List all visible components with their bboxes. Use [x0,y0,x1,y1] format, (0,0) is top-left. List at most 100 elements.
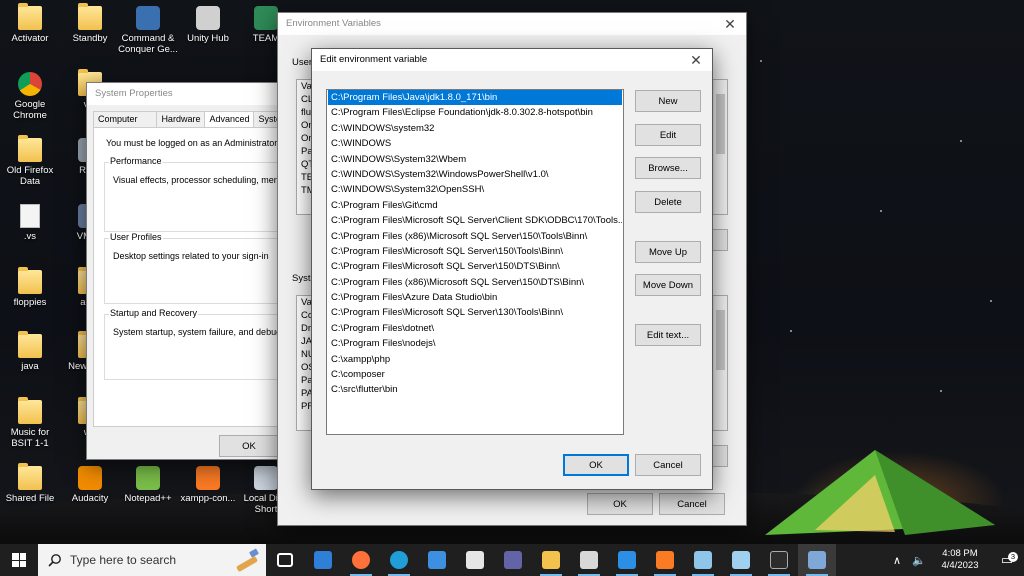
path-entry[interactable]: C:\Program Files (x86)\Microsoft SQL Ser… [328,229,622,244]
store-icon [428,551,446,569]
clock-time: 4:08 PM [942,548,978,559]
desktop-icon[interactable]: xampp-con... [178,466,238,504]
file-explorer-icon [542,551,560,569]
desktop-icon[interactable]: Command & Conquer Ge... [118,6,178,55]
folder-icon [18,267,42,294]
move-down-button[interactable]: Move Down [635,274,701,296]
folder-icon [18,397,42,424]
system-properties-ok-button[interactable]: OK [219,435,279,457]
taskbar-apps [266,544,836,576]
system-tray: ∧ 🔈 4:08 PM 4/4/2023 ▭ 3 [886,544,1024,576]
desktop-icon[interactable]: java [0,331,60,372]
taskbar-vscode-button[interactable] [608,544,646,576]
desktop-icon[interactable]: Old Firefox Data [0,135,60,187]
edit-text-button[interactable]: Edit text... [635,324,701,346]
taskbar-firefox-button[interactable] [342,544,380,576]
path-entry[interactable]: C:\Program Files\Eclipse Foundation\jdk-… [328,105,622,120]
search-placeholder: Type here to search [70,553,177,567]
system-properties-icon [808,551,826,569]
path-entry[interactable]: C:\Program Files\Microsoft SQL Server\15… [328,244,622,259]
desktop-icon-label: Unity Hub [187,33,229,44]
system-properties-titlebar[interactable]: System Properties [87,83,285,105]
path-entry[interactable]: C:\Program Files\nodejs\ [328,336,622,351]
close-icon[interactable]: ✕ [680,49,712,71]
path-entries-list[interactable]: C:\Program Files\Java\jdk1.8.0_171\bin C:… [326,89,624,435]
browse-button[interactable]: Browse... [635,157,701,179]
environment-variables-titlebar[interactable]: Environment Variables ✕ [278,13,746,35]
advanced-tab-panel: You must be logged on as an Administrato… [93,127,289,427]
new-button[interactable]: New [635,90,701,112]
system-list-scrollbar[interactable] [713,296,727,430]
edit-dialog-title: Edit environment variable [320,54,428,65]
path-entry[interactable]: C:\Program Files (x86)\Microsoft SQL Ser… [328,275,622,290]
path-entry[interactable]: C:\WINDOWS\System32\WindowsPowerShell\v1… [328,167,622,182]
ok-button[interactable]: OK [563,454,629,476]
path-entry[interactable]: C:\Program Files\Microsoft SQL Server\Cl… [328,213,622,228]
environment-ok-button[interactable]: OK [587,493,653,515]
taskbar-edge-button[interactable] [380,544,418,576]
desktop-icon[interactable]: Music for BSIT 1-1 [0,397,60,449]
taskbar-teams-button[interactable] [494,544,532,576]
tab-hardware[interactable]: Hardware [156,111,206,127]
cancel-button[interactable]: Cancel [635,454,701,476]
path-entry[interactable]: C:\Program Files\dotnet\ [328,321,622,336]
path-entry[interactable]: C:\Program Files\Git\cmd [328,198,622,213]
path-entry[interactable]: C:\Program Files\Azure Data Studio\bin [328,290,622,305]
taskbar-terminal-button[interactable] [760,544,798,576]
volume-icon[interactable]: 🔈 [908,554,930,567]
taskbar-xampp-button[interactable] [646,544,684,576]
path-entry[interactable]: C:\xampp\php [328,352,622,367]
taskbar-paint-button[interactable] [722,544,760,576]
desktop-icon[interactable]: Audacity [60,466,120,504]
desktop-icon[interactable]: .vs [0,204,60,242]
desktop-icon[interactable]: Activator [0,3,60,44]
chevron-up-icon[interactable]: ∧ [886,554,908,567]
path-entry[interactable]: C:\composer [328,367,622,382]
path-entry[interactable]: C:\src\flutter\bin [328,382,622,397]
desktop-icon[interactable]: Notepad++ [118,466,178,504]
performance-group: Performance Visual effects, processor sc… [104,156,289,232]
path-entry[interactable]: C:\WINDOWS\system32 [328,121,622,136]
edit-dialog-titlebar[interactable]: Edit environment variable ✕ [312,49,712,71]
startup-recovery-group: Startup and Recovery System startup, sys… [104,308,288,380]
user-list-scrollbar[interactable] [713,80,727,214]
taskbar-system-properties-button[interactable] [798,544,836,576]
taskbar-mail-button[interactable] [304,544,342,576]
tab-computer-name[interactable]: Computer Name [93,111,158,139]
edit-button[interactable]: Edit [635,124,701,146]
search-highlight-icon [236,548,259,572]
taskbar-search-box[interactable]: Type here to search [38,544,266,576]
clock[interactable]: 4:08 PM 4/4/2023 [930,548,990,572]
firefox-icon [352,551,370,569]
desktop-icon-label: Notepad++ [124,493,172,504]
delete-button[interactable]: Delete [635,191,701,213]
desktop-icon-label: java [21,361,39,372]
path-entry[interactable]: C:\Program Files\Java\jdk1.8.0_171\bin [328,90,622,106]
desktop-icon[interactable]: Google Chrome [0,72,60,121]
close-icon[interactable]: ✕ [714,13,746,35]
performance-title: Performance [109,156,163,166]
desktop-icon[interactable]: floppies [0,267,60,308]
desktop-icon[interactable]: Unity Hub [178,6,238,44]
taskbar-store-button[interactable] [418,544,456,576]
path-entry[interactable]: C:\WINDOWS\System32\Wbem [328,152,622,167]
notifications-button[interactable]: ▭ 3 [990,552,1024,568]
path-entry[interactable]: C:\Program Files\Microsoft SQL Server\15… [328,259,622,274]
environment-cancel-button[interactable]: Cancel [659,493,725,515]
move-up-button[interactable]: Move Up [635,241,701,263]
taskbar-notepad-button[interactable] [684,544,722,576]
start-button[interactable] [0,544,38,576]
edge-icon [390,551,408,569]
taskbar-task-view-button[interactable] [266,544,304,576]
path-entry[interactable]: C:\Program Files\Microsoft SQL Server\13… [328,305,622,320]
taskbar-settings-button[interactable] [456,544,494,576]
path-entry[interactable]: C:\WINDOWS\System32\OpenSSH\ [328,182,622,197]
edit-environment-variable-dialog: Edit environment variable ✕ C:\Program F… [311,48,713,490]
desktop-icon[interactable]: Shared File [0,463,60,504]
tab-advanced[interactable]: Advanced [204,111,255,127]
taskbar-unity-button[interactable] [570,544,608,576]
desktop-icon-label: xampp-con... [180,493,236,504]
taskbar-file-explorer-button[interactable] [532,544,570,576]
desktop-icon[interactable]: Standby [60,3,120,44]
path-entry[interactable]: C:\WINDOWS [328,136,622,151]
